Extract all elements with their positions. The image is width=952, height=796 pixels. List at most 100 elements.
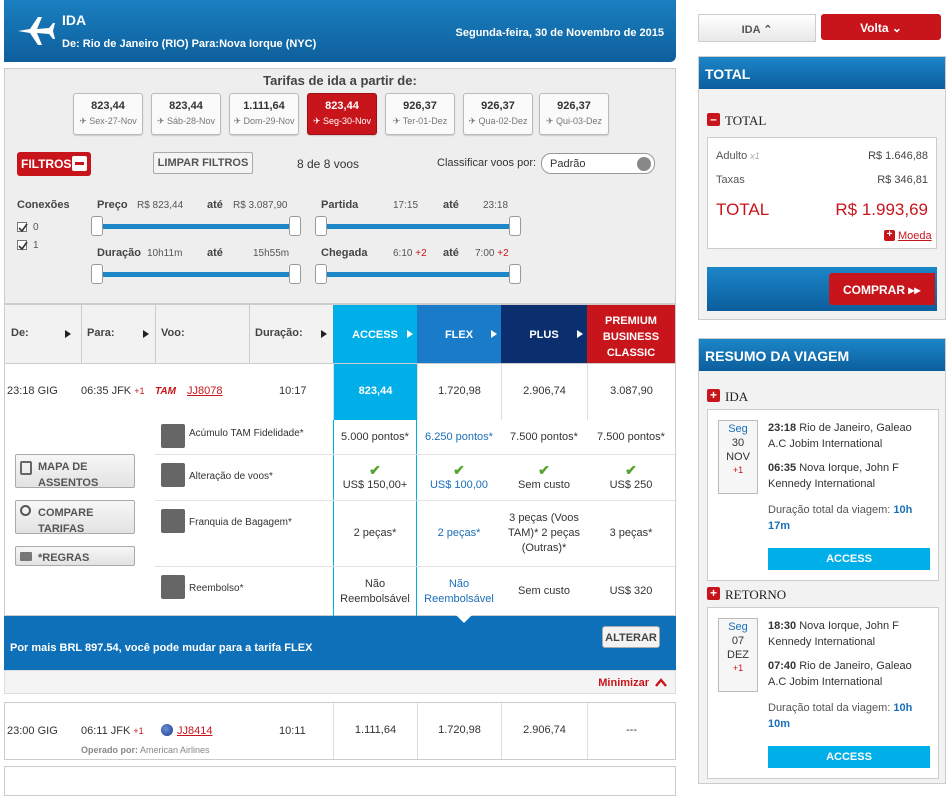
- detail-value: Sem custo: [518, 585, 570, 597]
- fare-header-flex[interactable]: FLEX: [417, 305, 501, 363]
- detail-value: US$ 100,00: [429, 478, 489, 491]
- partida-slider-max-handle[interactable]: [509, 216, 521, 236]
- flight-row-3[interactable]: [4, 766, 676, 796]
- date-card-price: 926,37: [481, 100, 515, 112]
- detail-cell: 6.250 pontos*: [417, 420, 501, 454]
- magnifier-icon: [20, 505, 31, 516]
- conexoes-0-checkbox[interactable]: [17, 222, 28, 233]
- detail-cell: 7.500 pontos*: [501, 420, 587, 454]
- partida-slider-min-handle[interactable]: [315, 216, 327, 236]
- flight1-number[interactable]: JJ8078: [187, 385, 222, 397]
- price-cell[interactable]: 3.087,90: [587, 364, 675, 420]
- preco-slider-min-handle[interactable]: [91, 216, 103, 236]
- divider: [81, 305, 82, 363]
- sort-select[interactable]: Padrão: [541, 153, 655, 174]
- chevron-up-icon[interactable]: [655, 677, 667, 687]
- baggage-icon: [161, 509, 185, 533]
- flight-row-1[interactable]: 23:18 GIG 06:35 JFK +1 TAM JJ8078 10:17 …: [4, 364, 676, 420]
- results-header: De: Para: Voo: Duração: ACCESS FLEX PLUS PR…: [4, 304, 676, 364]
- detail-value: Sem custo: [518, 478, 570, 491]
- date-card[interactable]: 823,44 ✈ Sex-27-Nov: [73, 93, 143, 135]
- retorno-dep-time: 18:30: [768, 620, 797, 632]
- duracao-slider-min-handle[interactable]: [91, 264, 103, 284]
- chegada-slider-min-handle[interactable]: [315, 264, 327, 284]
- price-cell[interactable]: 2.906,74: [501, 364, 587, 420]
- date-card[interactable]: 823,44 ✈ Sáb-28-Nov: [151, 93, 221, 135]
- retorno-dur-label: Duração total da viagem:: [768, 702, 891, 714]
- tab-volta-label: Volta: [860, 21, 889, 35]
- moeda-link[interactable]: Moeda: [898, 230, 932, 242]
- col-duracao[interactable]: Duração:: [255, 327, 303, 339]
- col-para[interactable]: Para:: [87, 327, 115, 339]
- resumo-box: RESUMO DA VIAGEM + IDA Seg 30 NOV +1 23:…: [698, 338, 946, 784]
- limpar-filtros-button[interactable]: LIMPAR FILTROS: [153, 152, 253, 174]
- filtros-button[interactable]: FILTROS: [17, 152, 91, 176]
- flight1-arr: 06:35 JFK +1: [81, 385, 144, 397]
- mapa-assentos-button[interactable]: MAPA DE ASSENTOS: [15, 454, 135, 489]
- col-de[interactable]: De:: [11, 327, 29, 339]
- price-cell[interactable]: ---: [587, 703, 675, 759]
- flight2-dep: 23:00 GIG: [7, 725, 58, 737]
- filtros-label: FILTROS: [21, 157, 72, 171]
- comprar-button[interactable]: COMPRAR ▸▸: [829, 273, 935, 305]
- plus-day: +1: [133, 726, 144, 736]
- price-cell[interactable]: 823,44: [333, 364, 417, 420]
- detail-cell: ✔ US$ 150,00+: [333, 455, 417, 500]
- fare-header-plus[interactable]: PLUS: [501, 305, 587, 363]
- flight2-duration: 10:11: [279, 725, 306, 737]
- sort-arrow-icon: [577, 330, 583, 338]
- adulto-text: Adulto: [716, 150, 748, 162]
- conexoes-1-checkbox[interactable]: [17, 240, 28, 251]
- flight-row-2[interactable]: 23:00 GIG 06:11 JFK +1 JJ8414 10:11 Oper…: [4, 702, 676, 760]
- date-card-day: ✈ Sáb-28-Nov: [152, 116, 220, 127]
- detail-value: Não Reembolsável: [340, 577, 410, 605]
- ida-dep-time: 23:18: [768, 422, 797, 434]
- preco-slider-max-handle[interactable]: [289, 216, 301, 236]
- preco-slider-track: [97, 224, 299, 229]
- compare-tarifas-button[interactable]: COMPARE TARIFAS: [15, 500, 135, 535]
- date-card[interactable]: 926,37 ✈ Qui-03-Dez: [539, 93, 609, 135]
- date-card[interactable]: 926,37 ✈ Ter-01-Dez: [385, 93, 455, 135]
- fare-header-access[interactable]: ACCESS: [333, 305, 417, 363]
- chegada-min: 6:10 +2: [393, 248, 427, 259]
- duracao-slider-max-handle[interactable]: [289, 264, 301, 284]
- alterar-button[interactable]: ALTERAR: [602, 626, 660, 648]
- detail-label: Acúmulo TAM Fidelidade*: [189, 428, 304, 439]
- tab-ida[interactable]: IDA ⌃: [698, 14, 816, 42]
- flight-header: IDA De: Rio de Janeiro (RIO) Para:Nova I…: [4, 0, 676, 62]
- plane-small-icon: ✈: [392, 116, 401, 126]
- date-card[interactable]: 823,44 ✈ Seg-30-Nov: [307, 93, 377, 135]
- regras-button[interactable]: *REGRAS: [15, 546, 135, 566]
- plus-icon[interactable]: +: [707, 587, 720, 600]
- date-card[interactable]: 926,37 ✈ Qua-02-Dez: [463, 93, 533, 135]
- flight2-arr: 06:11 JFK +1: [81, 725, 144, 737]
- retorno-duration: Duração total da viagem: 10h 10m: [768, 700, 928, 732]
- chegada-max: 7:00 +2: [475, 248, 509, 259]
- chegada-slider-track: [321, 272, 517, 277]
- check-icon: [18, 223, 28, 233]
- detail-cell: Não Reembolsável: [333, 567, 417, 616]
- airplane-icon: [161, 463, 185, 487]
- date-card[interactable]: 1.111,64 ✈ Dom-29-Nov: [229, 93, 299, 135]
- price-cell[interactable]: 1.720,98: [417, 703, 501, 759]
- chegada-slider-max-handle[interactable]: [509, 264, 521, 284]
- minimizar-link[interactable]: Minimizar: [598, 677, 649, 689]
- detail-cell: Não Reembolsável: [417, 567, 501, 616]
- ida-month: NOV: [726, 451, 750, 463]
- plane-small-icon: ✈: [233, 116, 241, 126]
- date-card-day: ✈ Seg-30-Nov: [308, 116, 376, 127]
- chegada-label: Chegada: [321, 247, 368, 259]
- plus-icon[interactable]: +: [707, 389, 720, 402]
- flight2-number[interactable]: JJ8414: [177, 725, 212, 737]
- tab-volta[interactable]: Volta ⌄: [821, 14, 941, 40]
- price-cell[interactable]: 2.906,74: [501, 703, 587, 759]
- minus-icon[interactable]: –: [707, 113, 720, 126]
- chevron-up-icon: ⌃: [763, 24, 773, 36]
- price-cell[interactable]: 1.720,98: [417, 364, 501, 420]
- ida-dow: Seg: [728, 423, 748, 435]
- detail-cell: US$ 320: [587, 567, 675, 616]
- detail-cell: 7.500 pontos*: [587, 420, 675, 454]
- fare-header-premium[interactable]: PREMIUM BUSINESS CLASSIC: [587, 305, 675, 363]
- col-voo[interactable]: Voo:: [161, 327, 185, 339]
- price-cell[interactable]: 1.111,64: [333, 703, 417, 759]
